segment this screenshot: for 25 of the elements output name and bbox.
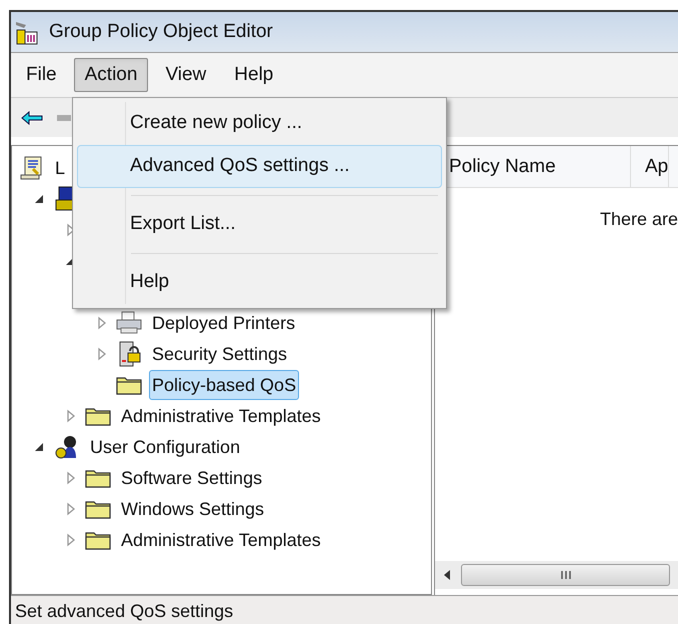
folder-icon — [85, 406, 111, 426]
menu-option[interactable]: Create new policy ... — [77, 102, 442, 145]
scroll-left-icon[interactable] — [443, 570, 451, 580]
tree-item[interactable]: Policy-based QoS — [149, 370, 300, 400]
scrollbar-thumb[interactable] — [461, 564, 670, 586]
menu-option[interactable]: Export List... — [77, 203, 442, 246]
folder-icon — [116, 374, 142, 394]
menu-item[interactable]: View — [154, 58, 218, 92]
status-text: Set advanced QoS settings — [15, 600, 234, 623]
empty-list-message: There are — [600, 208, 678, 231]
folder-icon — [85, 530, 111, 550]
folder-icon — [85, 468, 111, 488]
menu-item[interactable]: Action — [74, 58, 148, 92]
menu-item[interactable]: File — [15, 58, 68, 92]
menu-option[interactable]: Help — [77, 261, 442, 304]
menu-item[interactable]: Help — [223, 58, 284, 92]
grip-icon — [560, 570, 570, 580]
back-arrow-icon[interactable] — [21, 110, 43, 124]
column-header[interactable]: Ap — [631, 146, 670, 187]
server-lock-icon — [117, 340, 141, 366]
folder-icon — [85, 498, 111, 518]
menu-option[interactable]: Advanced QoS settings ... — [77, 145, 442, 188]
horizontal-scrollbar[interactable] — [435, 561, 678, 589]
window-title: Group Policy Object Editor — [49, 20, 273, 44]
printer-icon — [115, 310, 143, 334]
